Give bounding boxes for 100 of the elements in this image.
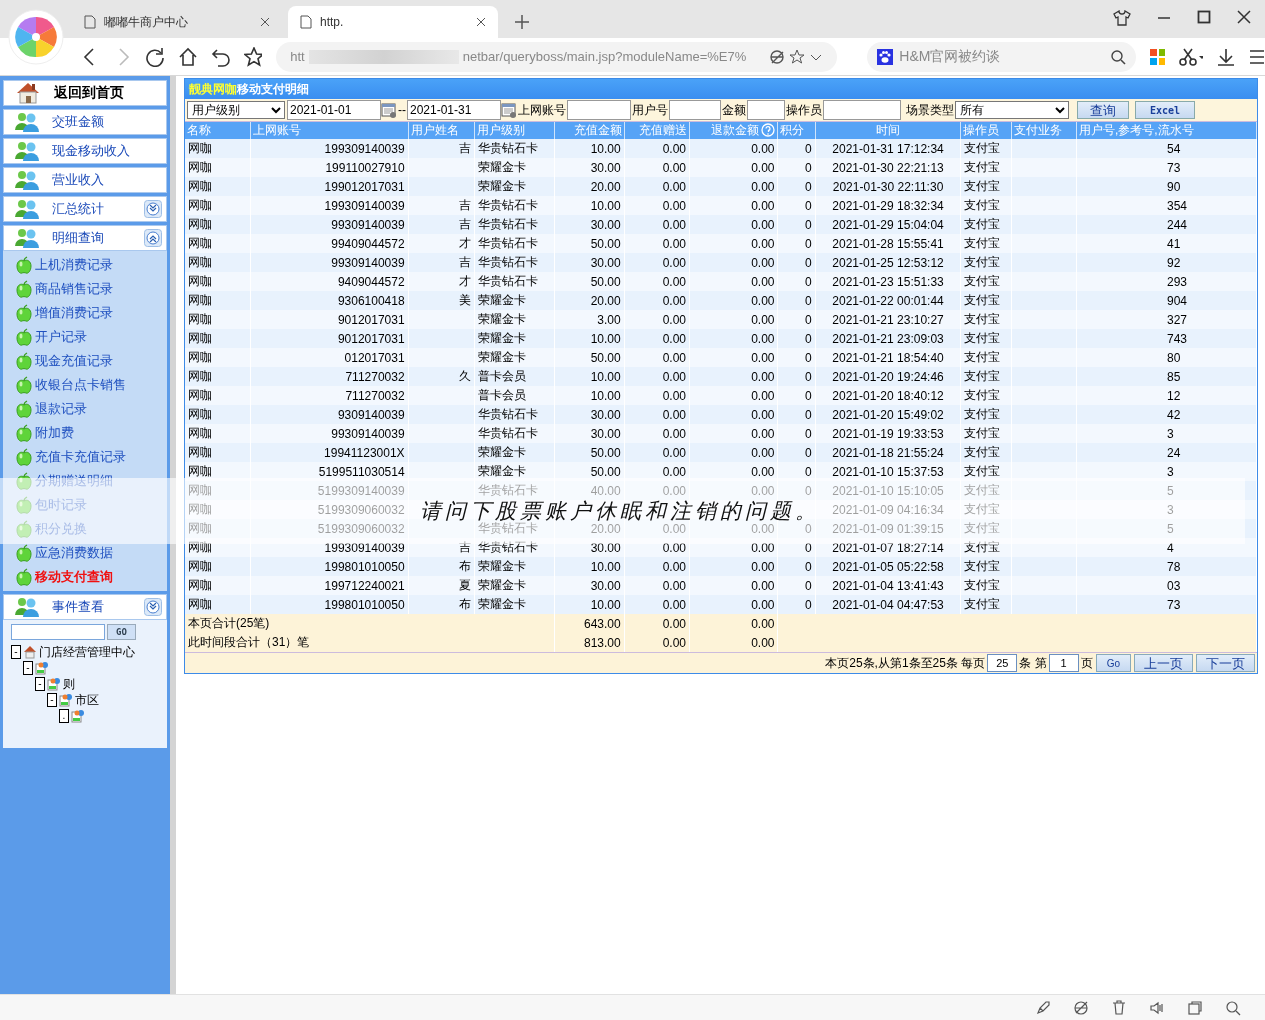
filter-field[interactable] (669, 100, 721, 120)
table-cell: 网咖 (185, 367, 251, 386)
search-icon[interactable] (1225, 999, 1241, 1016)
menu-header[interactable]: 明细查询 (3, 225, 167, 251)
table-cell: 布 (408, 557, 475, 576)
excel-button[interactable]: Excel (1135, 101, 1196, 119)
table-cell: 2021-01-20 18:40:12 (815, 386, 961, 405)
skin-icon[interactable] (1113, 10, 1131, 26)
table-cell: 0.00 (689, 177, 778, 196)
maximize-icon[interactable] (1197, 10, 1211, 24)
compat-mode-icon[interactable] (1073, 999, 1089, 1016)
tree-search-field[interactable] (11, 624, 105, 640)
previous-page-button[interactable]: 上一页 (1134, 654, 1193, 672)
trash-icon[interactable] (1111, 999, 1127, 1016)
table-cell: 9409044572 (250, 272, 409, 291)
table-cell: 0.00 (624, 557, 690, 576)
menu-header[interactable]: 现金移动收入 (3, 138, 167, 164)
table-cell: 0.00 (624, 481, 690, 500)
home-icon[interactable] (178, 46, 197, 67)
table-cell: 0.00 (689, 595, 778, 614)
close-icon[interactable] (1237, 10, 1251, 24)
undo-icon[interactable] (210, 46, 230, 67)
menu-item[interactable]: 收银台点卡销售 (3, 373, 167, 397)
tree-toggle[interactable]: - (23, 661, 33, 675)
calendar-icon[interactable] (501, 102, 517, 118)
browser-tab[interactable]: http. (288, 6, 498, 38)
scene-select[interactable]: 所有 (955, 101, 1069, 119)
close-icon[interactable] (476, 17, 486, 27)
table-cell: 9012017031 (250, 329, 409, 348)
menu-header[interactable]: 事件查看 (3, 594, 167, 620)
filter-field[interactable] (747, 100, 785, 120)
filter-field[interactable] (567, 100, 631, 120)
page-number-field[interactable]: 1 (1048, 654, 1079, 672)
table-cell: 华贵钻石卡 (474, 481, 555, 500)
level-select[interactable]: 用户级别 (187, 101, 285, 119)
table-cell: 2021-01-20 15:49:02 (815, 405, 961, 424)
menu-header[interactable]: 营业收入 (3, 167, 167, 193)
filter-field[interactable] (823, 100, 901, 120)
table-cell: 华贵钻石卡 (474, 253, 555, 272)
menu-item[interactable]: 现金充值记录 (3, 349, 167, 373)
tree-toggle[interactable]: . (59, 709, 69, 723)
calendar-icon[interactable] (381, 102, 397, 118)
menu-item[interactable]: 商品销售记录 (3, 277, 167, 301)
table-cell: 199712240021 (250, 576, 409, 595)
download-icon[interactable] (1217, 47, 1235, 66)
tree-node-label[interactable]: 市区 (75, 691, 99, 709)
next-page-button[interactable]: 下一页 (1196, 654, 1255, 672)
apps-icon[interactable] (1150, 48, 1165, 65)
query-button[interactable]: 查询 (1077, 101, 1129, 119)
table-cell: 0 (778, 272, 816, 291)
menu-item[interactable]: 上机消费记录 (3, 253, 167, 277)
go-button[interactable]: Go (1095, 654, 1131, 672)
tree-node-label[interactable]: 门店经营管理中心 (39, 643, 135, 661)
browser-tab[interactable]: 嘟嘟牛商户中心 (72, 6, 282, 38)
compat-mode-icon[interactable] (769, 48, 786, 65)
menu-item[interactable]: 退款记录 (3, 397, 167, 421)
star-icon[interactable] (243, 46, 263, 67)
new-tab-icon[interactable] (514, 14, 530, 30)
menu-item[interactable]: 应急消费数据 (3, 541, 167, 565)
expand-icon[interactable] (144, 200, 162, 218)
menu-item[interactable]: 开户记录 (3, 325, 167, 349)
expand-icon[interactable] (144, 598, 162, 616)
star-icon[interactable] (789, 48, 806, 65)
close-icon[interactable] (260, 17, 270, 27)
tree-toggle[interactable]: - (35, 677, 45, 691)
date-to-field[interactable]: 2021-01-31 (407, 100, 501, 120)
menu-header[interactable]: 交班金额 (3, 109, 167, 135)
table-cell: 华贵钻石卡 (474, 234, 555, 253)
collapse-icon[interactable] (144, 229, 162, 247)
table-cell: 支付宝 (960, 386, 1012, 405)
table-cell: 50.00 (554, 348, 625, 367)
speaker-icon[interactable] (1149, 999, 1165, 1016)
home-link[interactable]: 返回到首页 (3, 80, 167, 106)
page-size-field[interactable]: 25 (987, 654, 1018, 672)
menu-icon[interactable] (1248, 48, 1265, 65)
table-cell: 支付宝 (960, 424, 1012, 443)
apple-icon (15, 472, 33, 490)
scissors-icon[interactable] (1179, 47, 1204, 66)
table-cell: 华贵钻石卡 (474, 424, 555, 443)
menu-item[interactable]: 增值消费记录 (3, 301, 167, 325)
apple-icon (15, 496, 33, 514)
tree-node-label[interactable]: 则 (63, 675, 75, 693)
tree-toggle[interactable]: - (11, 645, 21, 659)
menu-item[interactable]: 附加费 (3, 421, 167, 445)
table-cell: 0.00 (624, 139, 690, 158)
table-cell: 711270032 (250, 386, 409, 405)
go-button[interactable]: GO (107, 624, 136, 640)
window-icon[interactable] (1187, 999, 1203, 1016)
table-cell: 网咖 (185, 177, 251, 196)
menu-header[interactable]: 汇总统计 (3, 196, 167, 222)
date-from-field[interactable]: 2021-01-01 (287, 100, 381, 120)
table-cell: 0.00 (624, 538, 690, 557)
search-icon[interactable] (1110, 48, 1127, 65)
apple-icon (15, 352, 33, 370)
table-cell: 荣耀金卡 (474, 158, 555, 177)
help-icon[interactable] (761, 123, 776, 137)
reload-icon[interactable] (145, 46, 165, 67)
table-cell: 网咖 (185, 386, 251, 405)
menu-item[interactable]: 充值卡充值记录 (3, 445, 167, 469)
tree-toggle[interactable]: - (47, 693, 57, 707)
